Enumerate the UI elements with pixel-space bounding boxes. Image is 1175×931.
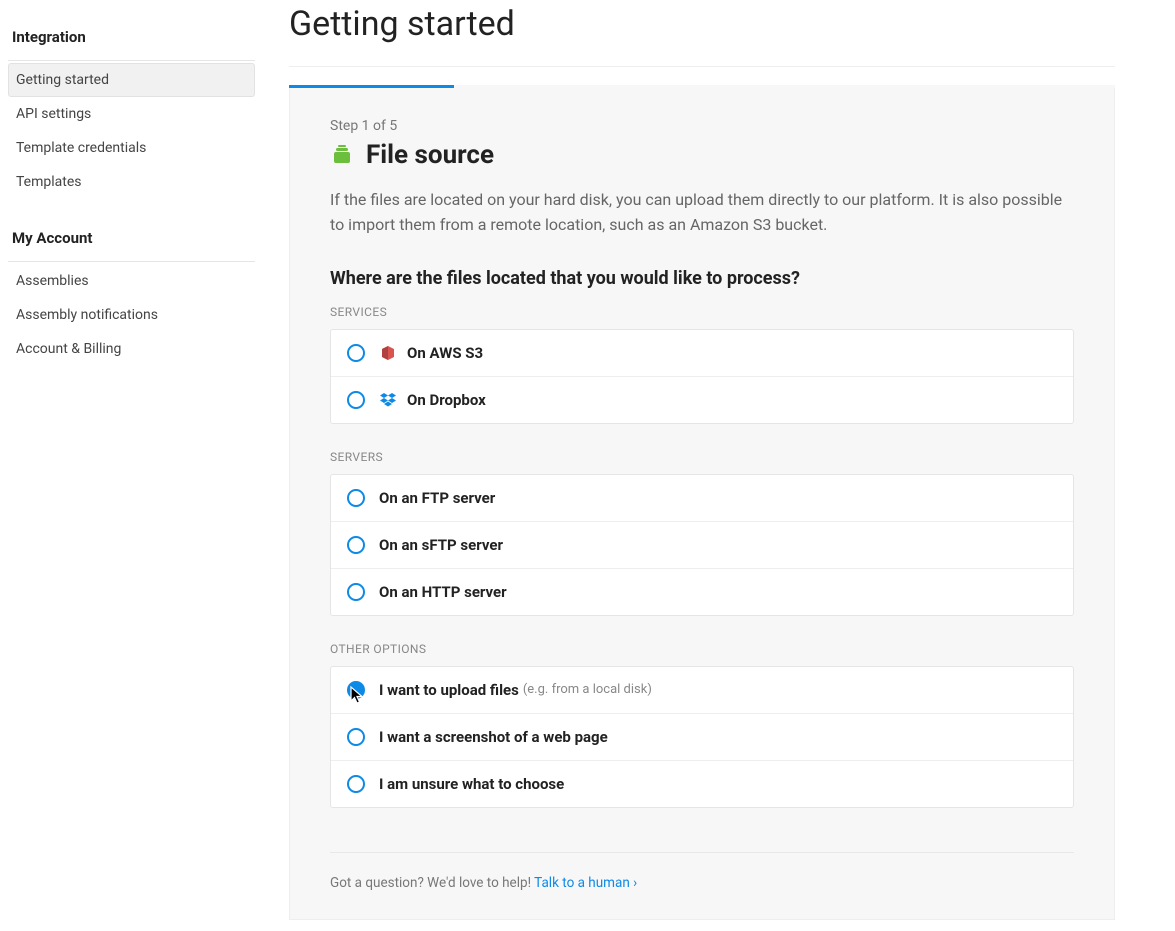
group-label-servers: SERVERS [330,450,1074,464]
option-sublabel: (e.g. from a local disk) [523,682,652,697]
option-dropbox[interactable]: On Dropbox [331,376,1073,423]
option-label: On an FTP server [379,489,495,507]
option-label: On an sFTP server [379,536,503,554]
radio[interactable] [347,583,365,601]
option-label: On an HTTP server [379,583,507,601]
option-list-services: On AWS S3 On Dropbox [330,329,1074,424]
talk-to-human-link[interactable]: Talk to a human › [534,875,637,891]
group-label-other: OTHER OPTIONS [330,642,1074,656]
option-label: I am unsure what to choose [379,775,564,793]
radio[interactable] [347,728,365,746]
sidebar-item-account-billing[interactable]: Account & Billing [8,332,255,366]
footer-text: Got a question? We'd love to help! [330,875,534,891]
wizard-footer: Got a question? We'd love to help! Talk … [330,852,1074,891]
radio[interactable] [347,489,365,507]
radio[interactable] [347,344,365,362]
option-label: On Dropbox [407,391,486,409]
sidebar-item-assembly-notifications[interactable]: Assembly notifications [8,298,255,332]
option-aws-s3[interactable]: On AWS S3 [331,330,1073,376]
radio[interactable] [347,681,365,699]
step-title: File source [366,140,494,170]
option-list-other: I want to upload files (e.g. from a loca… [330,666,1074,808]
sidebar-section-integration: Integration [8,20,255,56]
divider [289,66,1115,67]
option-http[interactable]: On an HTTP server [331,568,1073,615]
radio[interactable] [347,775,365,793]
sidebar-item-template-credentials[interactable]: Template credentials [8,131,255,165]
divider [8,60,255,61]
progress-bar [289,85,1115,88]
page-title: Getting started [289,0,1115,66]
radio[interactable] [347,536,365,554]
wizard-panel: Step 1 of 5 File source If the files are… [289,88,1115,920]
sidebar-item-assemblies[interactable]: Assemblies [8,264,255,298]
divider [8,261,255,262]
sidebar: Integration Getting started API settings… [0,0,263,920]
sidebar-item-getting-started[interactable]: Getting started [8,63,255,97]
dropbox-icon [379,392,397,408]
option-label: I want a screenshot of a web page [379,728,608,746]
option-ftp[interactable]: On an FTP server [331,475,1073,521]
option-list-servers: On an FTP server On an sFTP server On an… [330,474,1074,616]
progress-fill [289,85,454,88]
aws-s3-icon [379,345,397,361]
file-source-icon [330,143,354,167]
group-label-services: SERVICES [330,305,1074,319]
sidebar-item-api-settings[interactable]: API settings [8,97,255,131]
option-screenshot[interactable]: I want a screenshot of a web page [331,713,1073,760]
option-label: On AWS S3 [407,344,483,362]
sidebar-item-templates[interactable]: Templates [8,165,255,199]
radio[interactable] [347,391,365,409]
option-label: I want to upload files [379,681,519,699]
option-unsure[interactable]: I am unsure what to choose [331,760,1073,807]
option-sftp[interactable]: On an sFTP server [331,521,1073,568]
option-upload-files[interactable]: I want to upload files (e.g. from a loca… [331,667,1073,713]
step-label: Step 1 of 5 [330,118,1074,134]
wizard-question: Where are the files located that you wou… [330,268,1074,289]
step-description: If the files are located on your hard di… [330,188,1070,238]
main-content: Getting started Step 1 of 5 File source … [263,0,1175,920]
sidebar-section-my-account: My Account [8,221,255,257]
